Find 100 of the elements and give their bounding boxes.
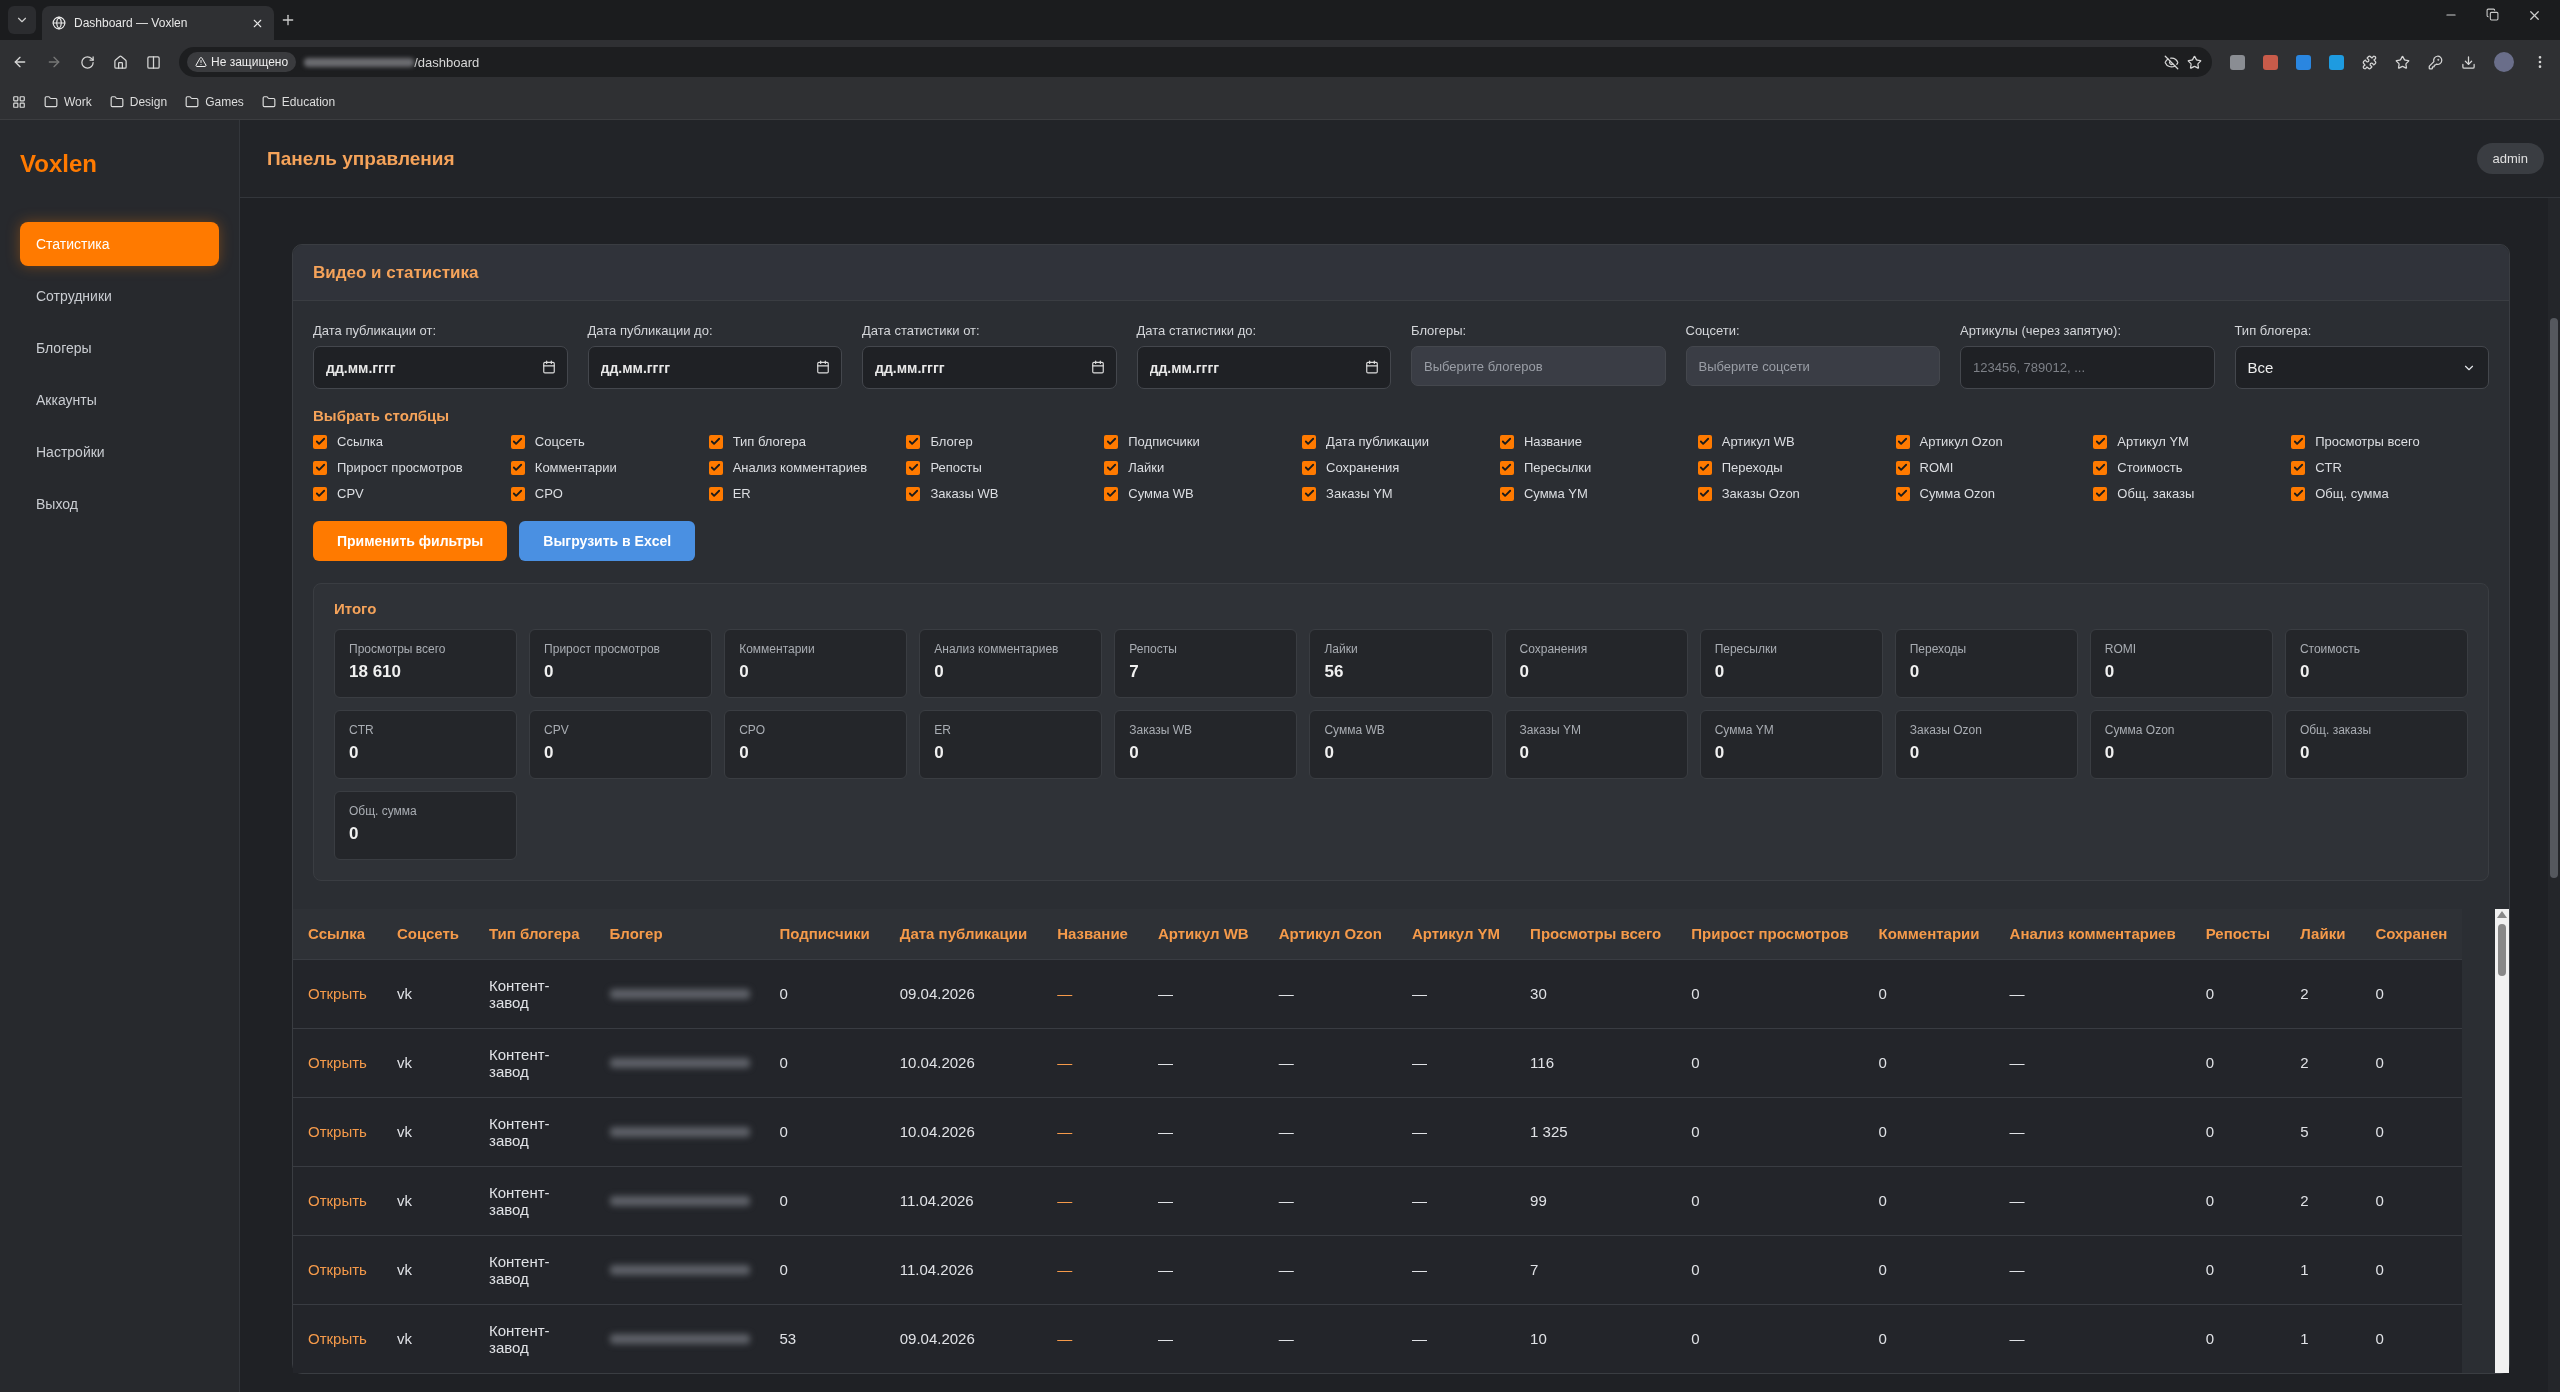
checkbox[interactable] bbox=[2093, 486, 2108, 501]
checkbox-label: Дата публикации bbox=[1326, 434, 1430, 449]
checkbox[interactable] bbox=[708, 460, 723, 475]
key-icon[interactable] bbox=[2428, 54, 2443, 70]
bookmark[interactable]: Work bbox=[64, 94, 92, 109]
checkbox[interactable] bbox=[1104, 460, 1119, 475]
checkbox[interactable] bbox=[1302, 434, 1317, 449]
checkbox[interactable] bbox=[313, 460, 327, 475]
checkbox[interactable] bbox=[313, 434, 327, 449]
bookmark[interactable]: Games bbox=[205, 94, 244, 109]
checkbox[interactable] bbox=[510, 460, 525, 475]
puzzle-icon[interactable] bbox=[2362, 54, 2377, 70]
checkbox[interactable] bbox=[1302, 460, 1317, 475]
table-cell: — bbox=[1142, 1166, 1264, 1235]
stat-label: Переходы bbox=[1909, 642, 1967, 656]
select-field[interactable]: Все bbox=[2234, 346, 2489, 389]
checkbox[interactable] bbox=[1499, 460, 1514, 475]
checkbox[interactable] bbox=[2093, 460, 2108, 475]
checkbox[interactable] bbox=[1895, 460, 1910, 475]
folder-icon[interactable] bbox=[185, 94, 200, 109]
restore-icon[interactable] bbox=[2486, 7, 2499, 23]
sidebar-item[interactable]: Настройки bbox=[20, 430, 219, 474]
bookmark[interactable]: Education bbox=[281, 94, 336, 109]
multi-select-field[interactable]: Выберите соцсети bbox=[1685, 346, 1940, 386]
input-field[interactable]: 123456, 789012, ... bbox=[1960, 346, 2215, 389]
calendar-icon[interactable] bbox=[1090, 360, 1105, 374]
open-link[interactable]: Открыть bbox=[293, 1304, 382, 1373]
open-link[interactable]: Открыть bbox=[293, 1235, 382, 1304]
extension-icon[interactable] bbox=[2263, 54, 2278, 70]
reload-icon[interactable] bbox=[80, 54, 95, 70]
date-field[interactable]: дд.мм.гггг bbox=[1136, 346, 1391, 389]
page-scrollbar[interactable] bbox=[2548, 198, 2560, 1392]
browser-tab[interactable]: Dashboard — Voxlen bbox=[42, 6, 274, 40]
star-list-icon[interactable] bbox=[2395, 54, 2410, 70]
checkbox[interactable] bbox=[906, 434, 921, 449]
split-view-icon[interactable] bbox=[146, 54, 161, 70]
checkbox[interactable] bbox=[1697, 486, 1712, 501]
open-link[interactable]: Открыть bbox=[293, 1166, 382, 1235]
calendar-icon[interactable] bbox=[1365, 360, 1379, 374]
checkbox[interactable] bbox=[1697, 460, 1712, 475]
table-cell: Контент-завод bbox=[474, 1304, 595, 1373]
user-badge[interactable]: admin bbox=[2476, 143, 2544, 174]
extension-icon[interactable] bbox=[2296, 54, 2311, 70]
checkbox[interactable] bbox=[2291, 486, 2306, 501]
checkbox[interactable] bbox=[2291, 460, 2306, 475]
calendar-icon[interactable] bbox=[816, 360, 830, 374]
download-icon[interactable] bbox=[2461, 54, 2476, 70]
forward-icon[interactable] bbox=[46, 54, 62, 70]
sidebar-item[interactable]: Выход bbox=[20, 482, 219, 526]
date-field[interactable]: дд.мм.гггг bbox=[587, 346, 842, 389]
table-cell: vk bbox=[381, 1028, 474, 1097]
checkbox[interactable] bbox=[1104, 434, 1119, 449]
checkbox[interactable] bbox=[1697, 434, 1712, 449]
extension-icon[interactable] bbox=[2329, 54, 2344, 70]
home-icon[interactable] bbox=[113, 54, 128, 70]
table-scrollbar[interactable] bbox=[2495, 909, 2509, 1373]
sidebar-item[interactable]: Сотрудники bbox=[20, 274, 219, 318]
back-icon[interactable] bbox=[12, 54, 28, 70]
sidebar-item[interactable]: Блогеры bbox=[20, 326, 219, 370]
profile-avatar[interactable] bbox=[2494, 52, 2514, 72]
security-badge[interactable]: Не защищено bbox=[187, 52, 297, 72]
checkbox[interactable] bbox=[906, 486, 921, 501]
folder-icon[interactable] bbox=[44, 94, 58, 109]
eye-off-icon[interactable] bbox=[2164, 54, 2179, 70]
checkbox[interactable] bbox=[1104, 486, 1119, 501]
stat-value: 0 bbox=[1714, 743, 1726, 763]
multi-select-field[interactable]: Выберите блогеров bbox=[1411, 346, 1666, 386]
sidebar-item[interactable]: Аккаунты bbox=[20, 378, 219, 422]
date-field[interactable]: дд.мм.гггг bbox=[862, 346, 1117, 389]
checkbox[interactable] bbox=[313, 486, 327, 501]
folder-icon[interactable] bbox=[261, 94, 276, 109]
date-field[interactable]: дд.мм.гггг bbox=[313, 346, 568, 389]
extension-icon[interactable] bbox=[2230, 54, 2245, 70]
open-link[interactable]: Открыть bbox=[293, 959, 382, 1028]
checkbox[interactable] bbox=[1499, 486, 1514, 501]
table-cell: — bbox=[1994, 959, 2191, 1028]
checkbox[interactable] bbox=[1499, 434, 1514, 449]
new-tab-icon[interactable] bbox=[280, 12, 296, 28]
bookmark[interactable]: Design bbox=[129, 94, 168, 109]
checkbox[interactable] bbox=[1895, 486, 1910, 501]
checkbox[interactable] bbox=[2291, 434, 2306, 449]
checkbox[interactable] bbox=[2093, 434, 2108, 449]
checkbox[interactable] bbox=[510, 434, 525, 449]
checkbox[interactable] bbox=[708, 434, 723, 449]
open-link[interactable]: Открыть bbox=[293, 1028, 382, 1097]
checkbox[interactable] bbox=[906, 460, 921, 475]
apps-icon[interactable] bbox=[12, 94, 26, 109]
table-cell: 0 bbox=[764, 1097, 885, 1166]
table-cell: 11.04.2026 bbox=[884, 1235, 1043, 1304]
checkbox[interactable] bbox=[708, 486, 723, 501]
stat-label: Заказы WB bbox=[1129, 723, 1194, 737]
calendar-icon[interactable] bbox=[541, 360, 556, 374]
address-bar[interactable]: Не защищено /dashboard bbox=[179, 47, 2212, 77]
checkbox[interactable] bbox=[510, 486, 525, 501]
open-link[interactable]: Открыть bbox=[293, 1097, 382, 1166]
folder-icon[interactable] bbox=[109, 94, 124, 109]
checkbox[interactable] bbox=[1302, 486, 1317, 501]
star-icon[interactable] bbox=[2187, 54, 2202, 70]
checkbox[interactable] bbox=[1895, 434, 1910, 449]
table-cell: vk bbox=[381, 1097, 474, 1166]
